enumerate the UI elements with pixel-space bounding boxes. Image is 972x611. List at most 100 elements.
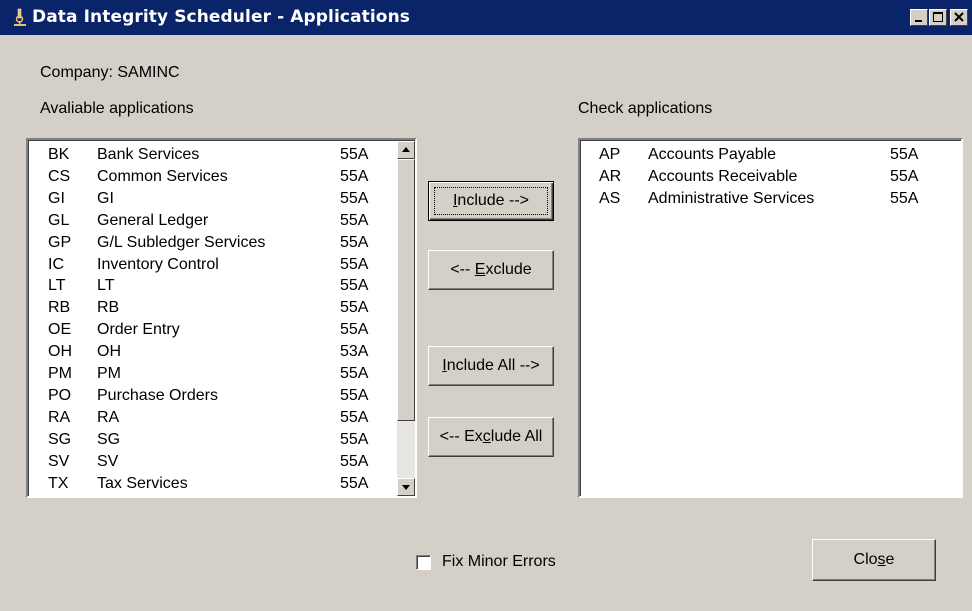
- list-item-ver: 55A: [890, 168, 919, 185]
- list-item-name: General Ledger: [97, 211, 209, 229]
- list-item[interactable]: BK Bank Services 55A: [29, 144, 415, 166]
- list-item-code: TX: [48, 474, 69, 492]
- list-item-name: RB: [97, 299, 120, 317]
- list-item[interactable]: AR Accounts Receivable 55A: [581, 166, 961, 188]
- list-item-code: CS: [48, 167, 71, 185]
- fix-minor-errors-label[interactable]: Fix Minor Errors: [442, 553, 556, 571]
- list-item-code: GP: [48, 233, 72, 251]
- scroll-up-arrow-icon: [402, 147, 410, 152]
- list-item-name: Purchase Orders: [97, 386, 218, 404]
- close-icon: [954, 12, 964, 22]
- check-applications-list[interactable]: AP Accounts Payable 55A AR Accounts Receivab…: [578, 138, 963, 498]
- list-item-ver: 55A: [340, 452, 369, 470]
- close-dialog-button[interactable]: Close: [812, 539, 936, 581]
- list-item-code: GL: [48, 211, 70, 229]
- list-item-code: AP: [599, 146, 621, 163]
- list-item-name: Accounts Payable: [648, 146, 777, 163]
- available-list-scrollbar[interactable]: [397, 141, 415, 496]
- list-item-ver: 55A: [340, 189, 369, 207]
- list-item-name: Administrative Services: [648, 190, 815, 207]
- list-item-code: LT: [48, 277, 66, 295]
- company-label: Company: SAMINC: [40, 64, 180, 81]
- list-item-name: Accounts Receivable: [648, 168, 798, 185]
- available-applications-list[interactable]: BK Bank Services 55A CS Common Services 55A GI…: [26, 138, 417, 498]
- include-button[interactable]: Include -->: [428, 181, 554, 221]
- list-item-ver: 55A: [340, 146, 369, 163]
- list-item-code: AR: [599, 168, 622, 185]
- list-item-code: RA: [48, 408, 71, 426]
- list-item-code: SV: [48, 452, 70, 470]
- list-item-name: SG: [97, 430, 121, 448]
- fix-minor-errors-checkbox[interactable]: [416, 555, 431, 570]
- list-item-name: RA: [97, 408, 120, 426]
- list-item-name: G/L Subledger Services: [97, 233, 266, 251]
- list-item-name: PM: [97, 365, 121, 382]
- check-applications-label: Check applications: [578, 100, 713, 117]
- list-item-code: BK: [48, 146, 70, 163]
- maximize-icon: [933, 12, 943, 22]
- exclude-all-button[interactable]: <-- Exclude All: [428, 417, 554, 457]
- include-all-button[interactable]: Include All -->: [428, 346, 554, 386]
- list-item[interactable]: SG SG 55A: [29, 429, 415, 451]
- window-title: Data Integrity Scheduler - Applications: [32, 7, 410, 27]
- list-item-name: OH: [97, 343, 121, 361]
- exclude-button[interactable]: <-- Exclude: [428, 250, 554, 290]
- list-item-ver: 55A: [890, 190, 919, 207]
- maximize-button[interactable]: [929, 9, 947, 26]
- list-item[interactable]: IC Inventory Control 55A: [29, 254, 415, 276]
- list-item[interactable]: OE Order Entry 55A: [29, 319, 415, 341]
- list-item-code: GI: [48, 189, 65, 207]
- list-item-ver: 55A: [340, 255, 369, 273]
- list-item-code: PM: [48, 365, 72, 382]
- list-item-ver: 55A: [340, 277, 369, 295]
- list-item[interactable]: TX Tax Services 55A: [29, 473, 415, 495]
- list-item[interactable]: CS Common Services 55A: [29, 166, 415, 188]
- list-item-ver: 55A: [340, 365, 369, 382]
- list-item[interactable]: PM PM 55A: [29, 363, 415, 385]
- list-item[interactable]: GP G/L Subledger Services 55A: [29, 232, 415, 254]
- list-item-ver: 55A: [890, 146, 919, 163]
- list-item-ver: 55A: [340, 233, 369, 251]
- list-item-name: Bank Services: [97, 146, 200, 163]
- list-item[interactable]: SV SV 55A: [29, 451, 415, 473]
- scroll-up-button[interactable]: [397, 141, 415, 159]
- scroll-down-button[interactable]: [397, 478, 415, 496]
- list-item[interactable]: LT LT 55A: [29, 275, 415, 297]
- list-item-code: AS: [599, 190, 621, 207]
- list-item[interactable]: OH OH 53A: [29, 341, 415, 363]
- list-item-name: Tax Services: [97, 474, 188, 492]
- list-item-name: LT: [97, 277, 115, 295]
- list-item-ver: 53A: [340, 343, 369, 361]
- list-item-ver: 55A: [340, 386, 369, 404]
- list-item[interactable]: GI GI 55A: [29, 188, 415, 210]
- list-item-code: RB: [48, 299, 71, 317]
- list-item[interactable]: AP Accounts Payable 55A: [581, 144, 961, 166]
- list-item-ver: 55A: [340, 430, 369, 448]
- scroll-down-arrow-icon: [402, 485, 410, 490]
- list-item-name: SV: [97, 452, 119, 470]
- list-item-ver: 55A: [340, 299, 369, 317]
- scroll-thumb[interactable]: [397, 159, 415, 421]
- list-item-code: PO: [48, 386, 72, 404]
- list-item[interactable]: PO Purchase Orders 55A: [29, 385, 415, 407]
- available-applications-label: Avaliable applications: [40, 100, 194, 117]
- list-item-ver: 55A: [340, 211, 369, 229]
- list-item[interactable]: RB RB 55A: [29, 297, 415, 319]
- list-item-code: OE: [48, 321, 72, 339]
- list-item-name: Order Entry: [97, 321, 180, 339]
- list-item-ver: 55A: [340, 408, 369, 426]
- list-item-ver: 55A: [340, 321, 369, 339]
- list-item-ver: 55A: [340, 167, 369, 185]
- list-item[interactable]: RA RA 55A: [29, 407, 415, 429]
- list-item-code: OH: [48, 343, 72, 361]
- microscope-icon: [12, 8, 28, 28]
- list-item[interactable]: GL General Ledger 55A: [29, 210, 415, 232]
- list-item-ver: 55A: [340, 474, 369, 492]
- title-bar[interactable]: Data Integrity Scheduler - Applications: [0, 0, 972, 35]
- close-button[interactable]: [950, 9, 968, 26]
- minimize-button[interactable]: [910, 9, 928, 26]
- available-list-content: BK Bank Services 55A CS Common Services 55A GI…: [28, 140, 415, 496]
- list-item[interactable]: AS Administrative Services 55A: [581, 188, 961, 210]
- minimize-icon: [915, 20, 922, 22]
- check-list-content: AP Accounts Payable 55A AR Accounts Receivab…: [580, 140, 961, 496]
